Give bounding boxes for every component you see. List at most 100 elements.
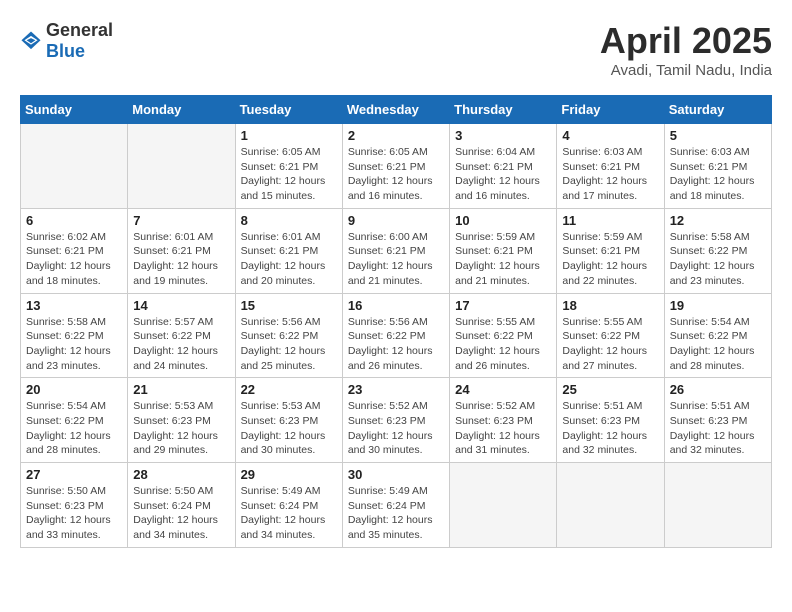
calendar-cell: 2Sunrise: 6:05 AMSunset: 6:21 PMDaylight… — [342, 124, 449, 209]
day-detail: Sunrise: 6:00 AMSunset: 6:21 PMDaylight:… — [348, 230, 444, 289]
day-number: 28 — [133, 467, 229, 482]
day-number: 15 — [241, 298, 337, 313]
day-detail: Sunrise: 5:49 AMSunset: 6:24 PMDaylight:… — [348, 484, 444, 543]
day-detail: Sunrise: 6:01 AMSunset: 6:21 PMDaylight:… — [241, 230, 337, 289]
week-row-1: 1 Sunrise: 6:05 AMSunset: 6:21 PMDaylight… — [21, 124, 772, 209]
day-number: 18 — [562, 298, 658, 313]
calendar-cell: 18 Sunrise: 5:55 AMSunset: 6:22 PMDayligh… — [557, 293, 664, 378]
day-detail: Sunrise: 6:03 AMSunset: 6:21 PMDaylight:… — [562, 145, 658, 204]
day-header-friday: Friday — [557, 96, 664, 124]
calendar-cell: 25Sunrise: 5:51 AMSunset: 6:23 PMDayligh… — [557, 378, 664, 463]
day-detail: Sunrise: 5:52 AMSunset: 6:23 PMDaylight:… — [455, 399, 551, 458]
day-detail: Sunrise: 5:58 AMSunset: 6:22 PMDaylight:… — [670, 230, 766, 289]
day-number: 17 — [455, 298, 551, 313]
day-detail: Sunrise: 6:03 AMSunset: 6:21 PMDaylight:… — [670, 145, 766, 204]
day-number: 5 — [670, 128, 766, 143]
day-header-monday: Monday — [128, 96, 235, 124]
calendar-cell: 22 Sunrise: 5:53 AMSunset: 6:23 PMDayligh… — [235, 378, 342, 463]
calendar-cell: 29 Sunrise: 5:49 AMSunset: 6:24 PMDayligh… — [235, 463, 342, 548]
day-detail: Sunrise: 5:59 AMSunset: 6:21 PMDaylight:… — [455, 230, 551, 289]
day-detail: Sunrise: 5:53 AMSunset: 6:23 PMDaylight:… — [133, 399, 229, 458]
day-number: 11 — [562, 213, 658, 228]
calendar-cell: 27Sunrise: 5:50 AMSunset: 6:23 PMDayligh… — [21, 463, 128, 548]
week-row-2: 6Sunrise: 6:02 AMSunset: 6:21 PMDaylight… — [21, 208, 772, 293]
day-number: 22 — [241, 382, 337, 397]
month-title: April 2025 — [600, 20, 772, 62]
calendar-cell: 16Sunrise: 5:56 AMSunset: 6:22 PMDayligh… — [342, 293, 449, 378]
calendar-cell: 23 Sunrise: 5:52 AMSunset: 6:23 PMDayligh… — [342, 378, 449, 463]
day-number: 29 — [241, 467, 337, 482]
logo: General Blue — [20, 20, 113, 62]
day-number: 26 — [670, 382, 766, 397]
location: Avadi, Tamil Nadu, India — [600, 62, 772, 79]
calendar-cell: 14 Sunrise: 5:57 AMSunset: 6:22 PMDayligh… — [128, 293, 235, 378]
calendar-cell — [557, 463, 664, 548]
day-number: 24 — [455, 382, 551, 397]
day-detail: Sunrise: 5:50 AMSunset: 6:24 PMDaylight:… — [133, 484, 229, 543]
calendar-cell: 11 Sunrise: 5:59 AMSunset: 6:21 PMDayligh… — [557, 208, 664, 293]
day-detail: Sunrise: 5:56 AMSunset: 6:22 PMDaylight:… — [241, 315, 337, 374]
day-number: 4 — [562, 128, 658, 143]
day-number: 3 — [455, 128, 551, 143]
calendar-cell: 12 Sunrise: 5:58 AMSunset: 6:22 PMDayligh… — [664, 208, 771, 293]
day-detail: Sunrise: 5:58 AMSunset: 6:22 PMDaylight:… — [26, 315, 122, 374]
day-detail: Sunrise: 6:01 AMSunset: 6:21 PMDaylight:… — [133, 230, 229, 289]
day-detail: Sunrise: 5:52 AMSunset: 6:23 PMDaylight:… — [348, 399, 444, 458]
day-detail: Sunrise: 6:05 AMSunset: 6:21 PMDaylight:… — [241, 145, 337, 204]
calendar-cell: 4 Sunrise: 6:03 AMSunset: 6:21 PMDaylight… — [557, 124, 664, 209]
calendar-cell: 20Sunrise: 5:54 AMSunset: 6:22 PMDayligh… — [21, 378, 128, 463]
calendar-cell: 6Sunrise: 6:02 AMSunset: 6:21 PMDaylight… — [21, 208, 128, 293]
day-detail: Sunrise: 5:53 AMSunset: 6:23 PMDaylight:… — [241, 399, 337, 458]
day-number: 16 — [348, 298, 444, 313]
calendar-cell — [21, 124, 128, 209]
day-number: 12 — [670, 213, 766, 228]
calendar-cell: 5 Sunrise: 6:03 AMSunset: 6:21 PMDaylight… — [664, 124, 771, 209]
day-detail: Sunrise: 5:51 AMSunset: 6:23 PMDaylight:… — [562, 399, 658, 458]
week-row-4: 20Sunrise: 5:54 AMSunset: 6:22 PMDayligh… — [21, 378, 772, 463]
calendar-cell: 8 Sunrise: 6:01 AMSunset: 6:21 PMDaylight… — [235, 208, 342, 293]
calendar-cell: 21Sunrise: 5:53 AMSunset: 6:23 PMDayligh… — [128, 378, 235, 463]
calendar-cell — [128, 124, 235, 209]
calendar-cell — [664, 463, 771, 548]
logo-blue: Blue — [46, 41, 85, 61]
page-header: General Blue April 2025 Avadi, Tamil Nad… — [20, 20, 772, 79]
day-header-thursday: Thursday — [450, 96, 557, 124]
week-row-5: 27Sunrise: 5:50 AMSunset: 6:23 PMDayligh… — [21, 463, 772, 548]
calendar-cell: 30 Sunrise: 5:49 AMSunset: 6:24 PMDayligh… — [342, 463, 449, 548]
day-number: 8 — [241, 213, 337, 228]
calendar-cell: 15 Sunrise: 5:56 AMSunset: 6:22 PMDayligh… — [235, 293, 342, 378]
calendar-cell: 3 Sunrise: 6:04 AMSunset: 6:21 PMDaylight… — [450, 124, 557, 209]
header-row: SundayMondayTuesdayWednesdayThursdayFrid… — [21, 96, 772, 124]
day-detail: Sunrise: 5:50 AMSunset: 6:23 PMDaylight:… — [26, 484, 122, 543]
logo-general: General — [46, 20, 113, 40]
day-header-tuesday: Tuesday — [235, 96, 342, 124]
day-header-wednesday: Wednesday — [342, 96, 449, 124]
day-detail: Sunrise: 6:04 AMSunset: 6:21 PMDaylight:… — [455, 145, 551, 204]
day-number: 1 — [241, 128, 337, 143]
day-number: 10 — [455, 213, 551, 228]
day-number: 20 — [26, 382, 122, 397]
day-detail: Sunrise: 5:59 AMSunset: 6:21 PMDaylight:… — [562, 230, 658, 289]
calendar-cell: 13 Sunrise: 5:58 AMSunset: 6:22 PMDayligh… — [21, 293, 128, 378]
calendar-cell: 1 Sunrise: 6:05 AMSunset: 6:21 PMDaylight… — [235, 124, 342, 209]
day-detail: Sunrise: 5:55 AMSunset: 6:22 PMDaylight:… — [562, 315, 658, 374]
day-detail: Sunrise: 5:54 AMSunset: 6:22 PMDaylight:… — [670, 315, 766, 374]
day-number: 13 — [26, 298, 122, 313]
day-number: 14 — [133, 298, 229, 313]
calendar-cell: 17 Sunrise: 5:55 AMSunset: 6:22 PMDayligh… — [450, 293, 557, 378]
week-row-3: 13 Sunrise: 5:58 AMSunset: 6:22 PMDayligh… — [21, 293, 772, 378]
calendar-table: SundayMondayTuesdayWednesdayThursdayFrid… — [20, 95, 772, 548]
day-detail: Sunrise: 5:51 AMSunset: 6:23 PMDaylight:… — [670, 399, 766, 458]
day-header-saturday: Saturday — [664, 96, 771, 124]
day-detail: Sunrise: 5:49 AMSunset: 6:24 PMDaylight:… — [241, 484, 337, 543]
calendar-cell: 10 Sunrise: 5:59 AMSunset: 6:21 PMDayligh… — [450, 208, 557, 293]
calendar-cell: 26 Sunrise: 5:51 AMSunset: 6:23 PMDayligh… — [664, 378, 771, 463]
day-detail: Sunrise: 5:55 AMSunset: 6:22 PMDaylight:… — [455, 315, 551, 374]
day-number: 30 — [348, 467, 444, 482]
calendar-cell: 28 Sunrise: 5:50 AMSunset: 6:24 PMDayligh… — [128, 463, 235, 548]
day-number: 7 — [133, 213, 229, 228]
calendar-cell: 7 Sunrise: 6:01 AMSunset: 6:21 PMDaylight… — [128, 208, 235, 293]
day-detail: Sunrise: 5:57 AMSunset: 6:22 PMDaylight:… — [133, 315, 229, 374]
day-number: 23 — [348, 382, 444, 397]
calendar-cell: 9Sunrise: 6:00 AMSunset: 6:21 PMDaylight… — [342, 208, 449, 293]
